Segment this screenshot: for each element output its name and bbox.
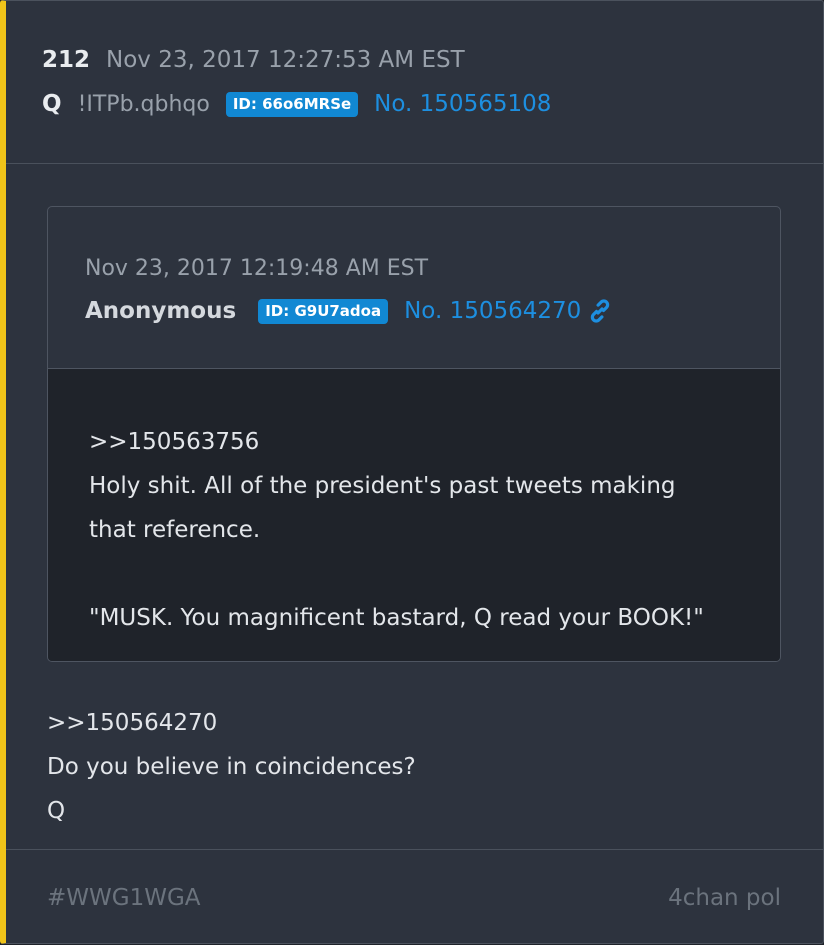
- quoted-body-line: Holy shit. All of the president's past t…: [89, 473, 676, 499]
- quoted-body-line: "MUSK. You magnificent bastard, Q read y…: [89, 605, 704, 631]
- post-tripcode: !ITPb.qbhqo: [77, 91, 210, 117]
- post-source: 4chan pol: [668, 885, 781, 911]
- post-meta-line: 212 Nov 23, 2017 12:27:53 AM EST: [42, 47, 465, 73]
- post-author-line: Q !ITPb.qbhqo ID: 66o6MRSe No. 150565108: [42, 91, 551, 117]
- message-signature: Q: [47, 798, 66, 824]
- link-icon[interactable]: [587, 298, 613, 324]
- quoted-post-header: Nov 23, 2017 12:19:48 AM EST Anonymous I…: [48, 207, 780, 369]
- quoted-reply-reference[interactable]: >>150563756: [89, 420, 739, 464]
- quoted-post-body: >>150563756 Holy shit. All of the presid…: [48, 369, 780, 661]
- message-line: Do you believe in coincidences?: [47, 754, 416, 780]
- quoted-post-number-link[interactable]: No. 150564270: [404, 298, 581, 324]
- post-number-link[interactable]: No. 150565108: [374, 91, 551, 117]
- quoted-post: Nov 23, 2017 12:19:48 AM EST Anonymous I…: [47, 206, 781, 662]
- post-id-badge: ID: 66o6MRSe: [225, 91, 359, 117]
- reply-reference[interactable]: >>150564270: [47, 701, 416, 745]
- post-card: 212 Nov 23, 2017 12:27:53 AM EST Q !ITPb…: [0, 0, 824, 944]
- quoted-author-line: Anonymous ID: G9U7adoa No. 150564270: [85, 298, 613, 324]
- hashtag: #WWG1WGA: [47, 885, 201, 911]
- post-header: 212 Nov 23, 2017 12:27:53 AM EST Q !ITPb…: [6, 1, 823, 164]
- quoted-body-line: that reference.: [89, 517, 261, 543]
- post-number: 212: [42, 47, 91, 73]
- post-date: Nov 23, 2017 12:27:53 AM EST: [106, 47, 465, 73]
- post-message: >>150564270 Do you believe in coincidenc…: [47, 701, 416, 833]
- post-footer: #WWG1WGA 4chan pol: [6, 849, 823, 945]
- post-author: Q: [42, 91, 62, 117]
- quoted-post-author: Anonymous: [85, 298, 237, 324]
- quoted-post-date: Nov 23, 2017 12:19:48 AM EST: [85, 256, 429, 281]
- quoted-post-id-badge: ID: G9U7adoa: [258, 298, 389, 324]
